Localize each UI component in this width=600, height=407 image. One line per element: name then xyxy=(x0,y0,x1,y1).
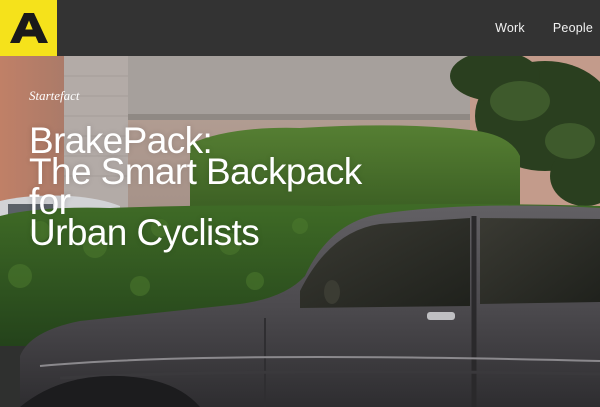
nav-link-work[interactable]: Work xyxy=(495,21,525,35)
top-navigation-bar: Work People xyxy=(0,0,600,56)
nav-link-people[interactable]: People xyxy=(553,21,593,35)
page: Work People Startefact BrakePack: The Sm… xyxy=(0,0,600,407)
headline-line-4: Urban Cyclists xyxy=(29,211,260,253)
letter-a-logo-icon xyxy=(9,13,48,43)
hero-eyebrow: Startefact xyxy=(29,88,80,103)
hero-banner: Startefact BrakePack: The Smart Backpack… xyxy=(0,56,600,407)
site-logo[interactable] xyxy=(0,0,57,56)
hero-headline: BrakePack: The Smart Backpack for Urban … xyxy=(29,122,362,253)
main-nav: Work People xyxy=(495,0,593,56)
headline-line-2: The Smart Backpack xyxy=(29,150,362,192)
